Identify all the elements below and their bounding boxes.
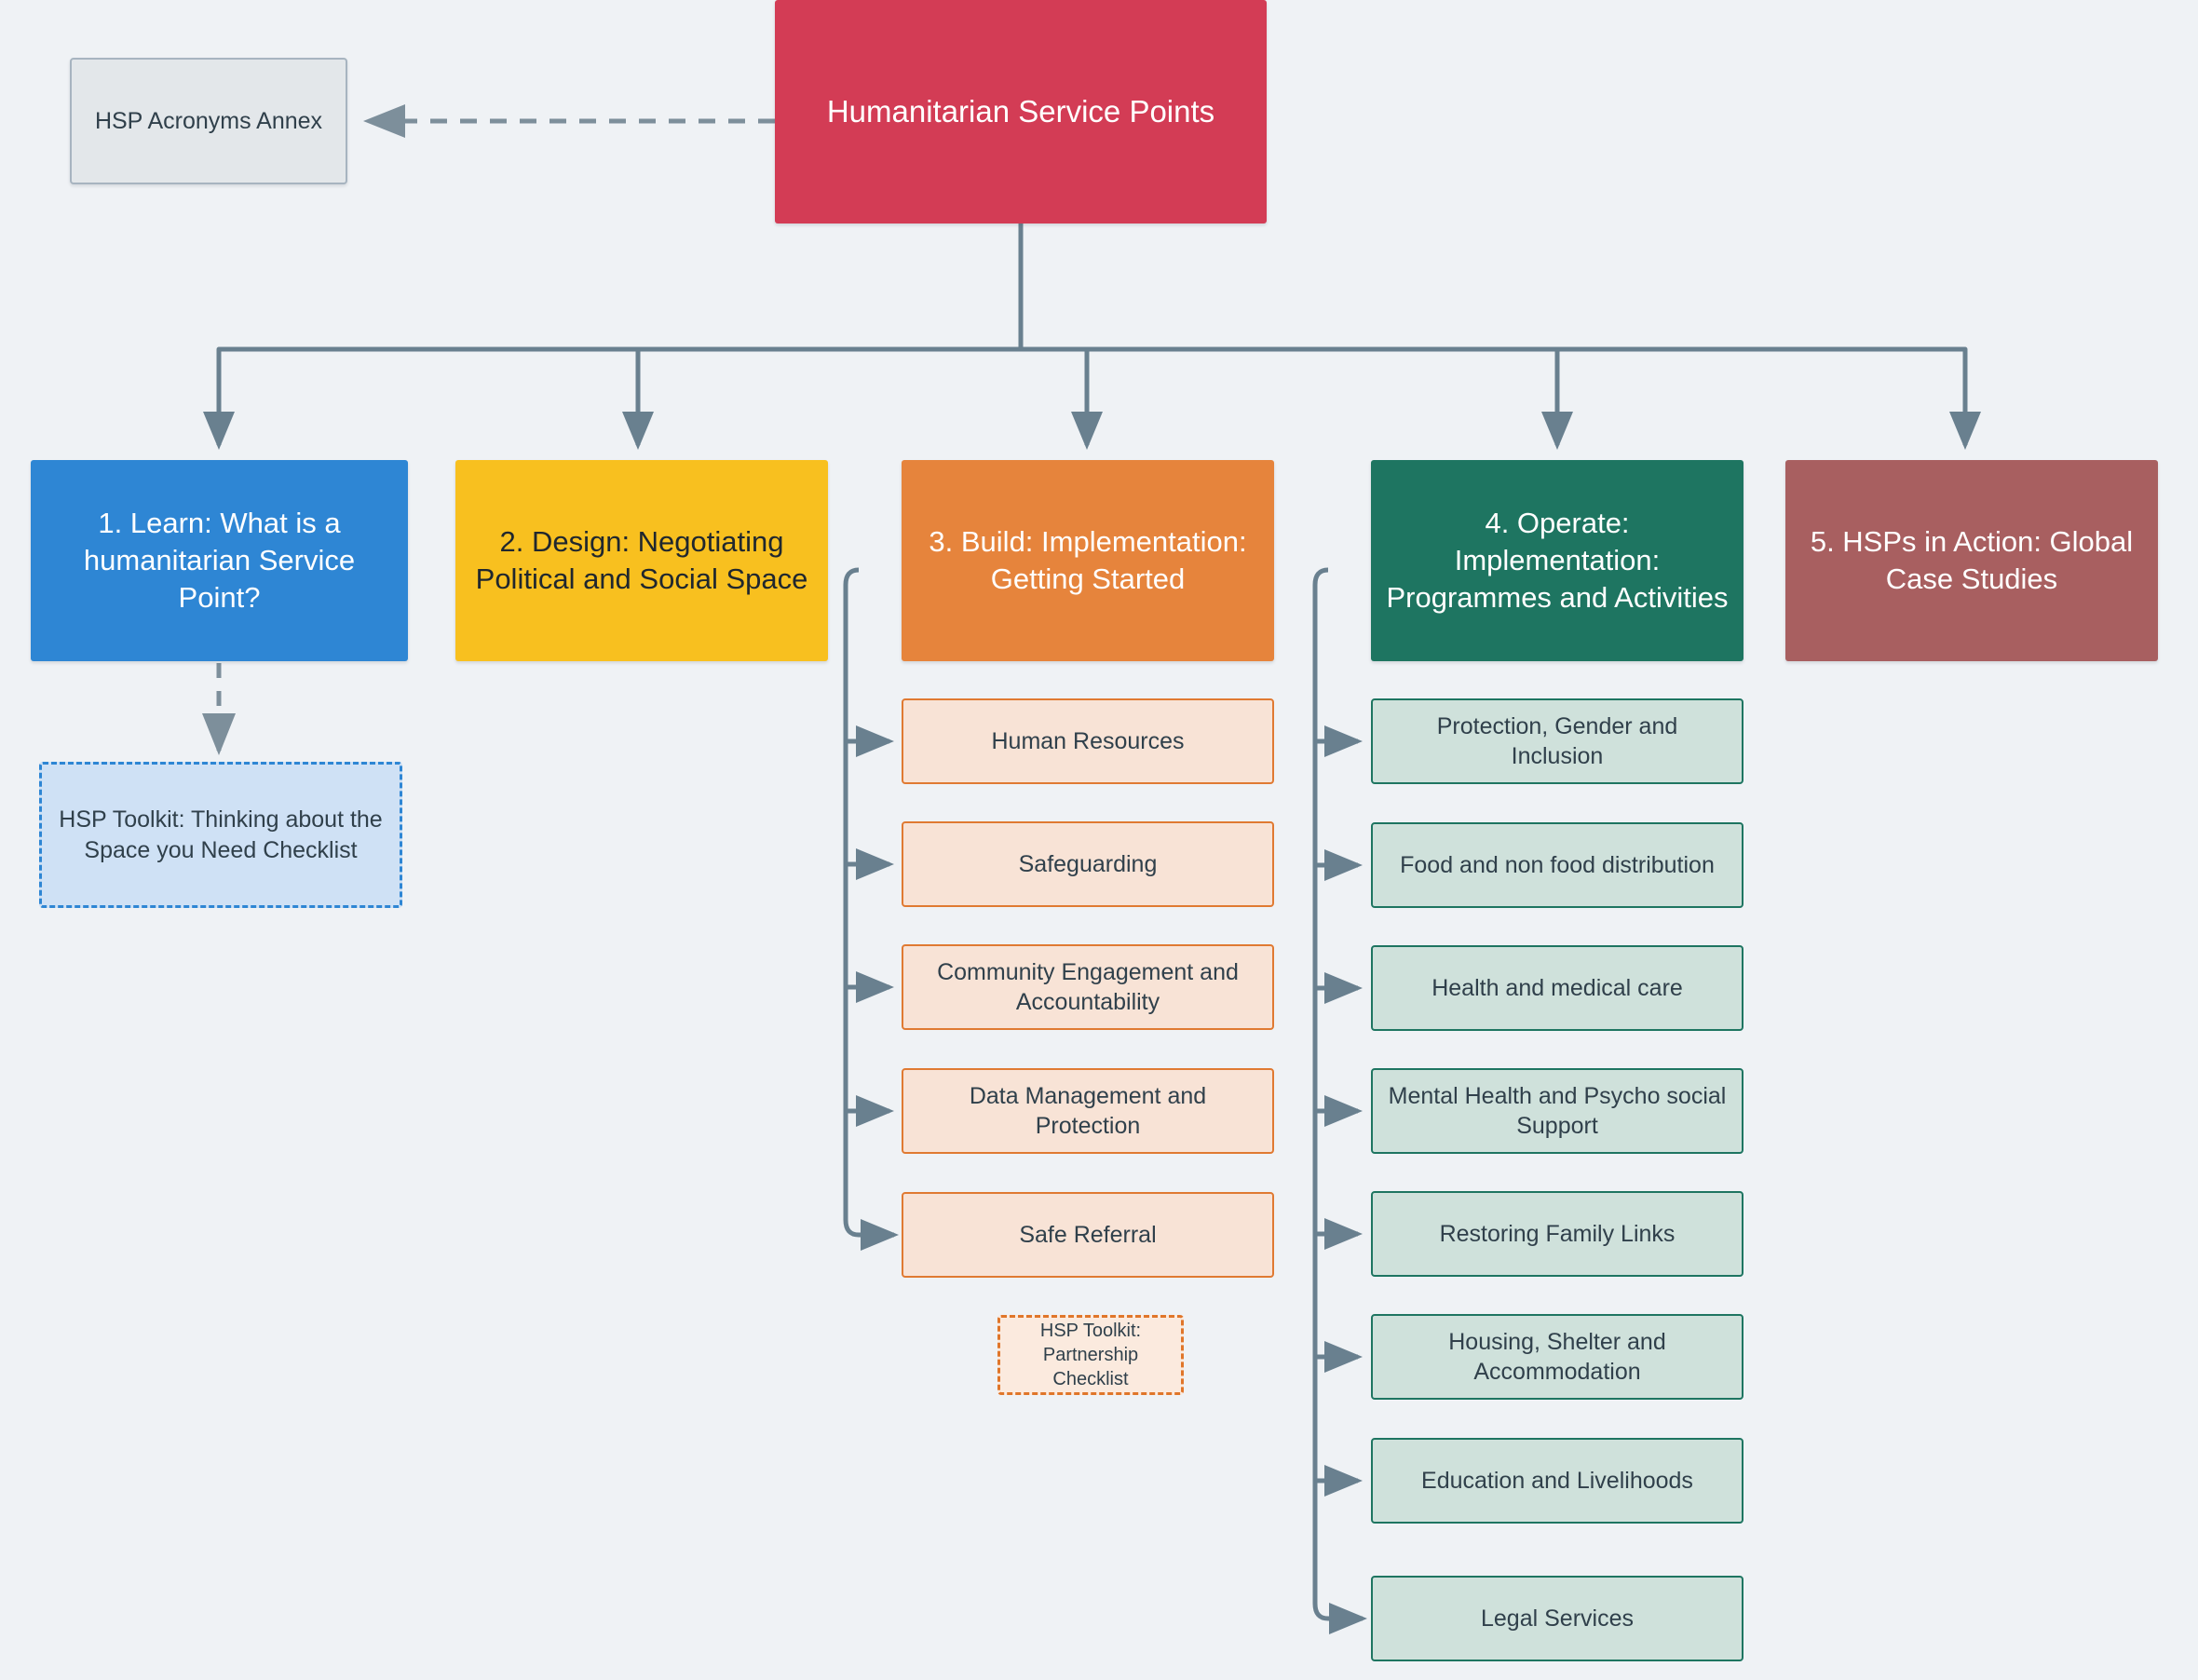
node-operate-child-health-medical-care[interactable]: Health and medical care <box>1371 945 1743 1031</box>
node-build-child-safeguarding[interactable]: Safeguarding <box>902 821 1274 907</box>
node-branch-operate[interactable]: 4. Operate: Implementation: Programmes a… <box>1371 460 1743 661</box>
node-build-child-community-engagement[interactable]: Community Engagement and Accountability <box>902 944 1274 1030</box>
edge-build-bus <box>843 567 889 1238</box>
node-branch-design[interactable]: 2. Design: Negotiating Political and Soc… <box>455 460 828 661</box>
node-branch-hsps-in-action[interactable]: 5. HSPs in Action: Global Case Studies <box>1785 460 2158 661</box>
node-branch-build[interactable]: 3. Build: Implementation: Getting Starte… <box>902 460 1274 661</box>
node-root[interactable]: Humanitarian Service Points <box>775 0 1267 224</box>
node-build-child-safe-referral[interactable]: Safe Referral <box>902 1192 1274 1278</box>
node-operate-child-restoring-family-links[interactable]: Restoring Family Links <box>1371 1191 1743 1277</box>
node-operate-child-protection-gender-inclusion[interactable]: Protection, Gender and Inclusion <box>1371 698 1743 784</box>
node-branch-learn[interactable]: 1. Learn: What is a humanitarian Service… <box>31 460 408 661</box>
node-operate-child-mental-health[interactable]: Mental Health and Psycho social Support <box>1371 1068 1743 1154</box>
node-build-child-data-management[interactable]: Data Management and Protection <box>902 1068 1274 1154</box>
node-note-space-you-need-checklist[interactable]: HSP Toolkit: Thinking about the Space yo… <box>39 762 402 908</box>
node-note-partnership-checklist[interactable]: HSP Toolkit: Partnership Checklist <box>997 1315 1184 1395</box>
node-operate-child-education-livelihoods[interactable]: Education and Livelihoods <box>1371 1438 1743 1524</box>
node-hsp-acronyms-annex[interactable]: HSP Acronyms Annex <box>70 58 347 184</box>
edge-operate-bus <box>1312 567 1358 1621</box>
node-operate-child-food-distribution[interactable]: Food and non food distribution <box>1371 822 1743 908</box>
node-build-child-human-resources[interactable]: Human Resources <box>902 698 1274 784</box>
node-operate-child-legal-services[interactable]: Legal Services <box>1371 1576 1743 1661</box>
node-operate-child-housing-shelter[interactable]: Housing, Shelter and Accommodation <box>1371 1314 1743 1400</box>
diagram-canvas: Humanitarian Service Points HSP Acronyms… <box>0 0 2198 1680</box>
